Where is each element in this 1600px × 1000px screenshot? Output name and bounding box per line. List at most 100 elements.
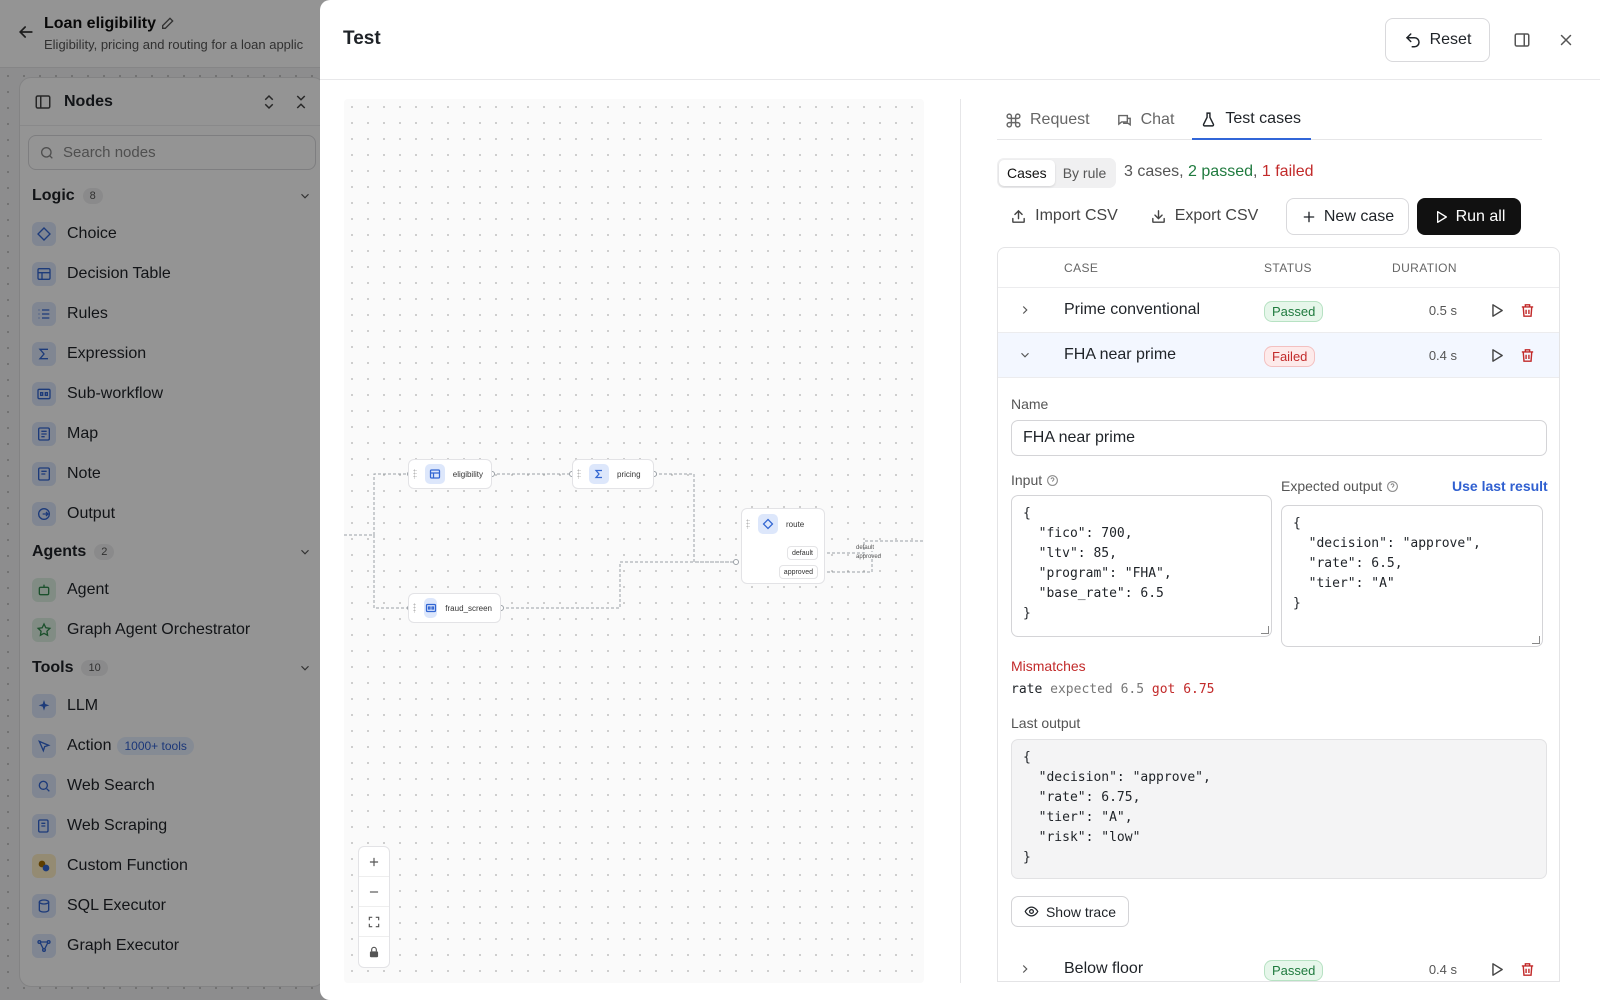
export-csv-button[interactable]: Export CSV [1149, 197, 1259, 235]
edge-fraud-route [501, 561, 736, 609]
edge-to-fraud-screen [373, 535, 410, 609]
flow-node-pricing[interactable]: pricing [572, 459, 654, 489]
minus-icon [369, 890, 379, 893]
column-header-duration: DURATION [1392, 260, 1457, 275]
case-detail-panel: Name FHA near prime Input { "fico": 700,… [998, 378, 1559, 947]
upload-icon [1012, 209, 1026, 223]
case-name-input[interactable]: FHA near prime [1011, 420, 1547, 456]
tab-label: Request [1030, 111, 1090, 128]
view-cases-option[interactable]: Cases [999, 160, 1055, 186]
use-last-result-link[interactable]: Use last result [1452, 478, 1548, 494]
case-name: FHA near prime [1064, 346, 1177, 363]
mismatch-expected: expected 6.5 [1050, 682, 1145, 697]
delete-case-icon[interactable] [1519, 302, 1536, 319]
chevron-right-icon[interactable] [1018, 303, 1032, 317]
resize-handle-icon[interactable] [1261, 626, 1269, 634]
drag-handle-icon[interactable] [413, 603, 416, 613]
lock-icon [369, 946, 379, 958]
case-name: Below floor [1064, 960, 1144, 977]
lock-button[interactable] [359, 937, 389, 967]
play-icon [1436, 210, 1447, 223]
input-field-label: Input [1011, 472, 1059, 488]
flow-node-fraud-screen[interactable]: fraud_screen [408, 593, 501, 623]
command-icon [1006, 112, 1021, 128]
tab-request[interactable]: Request [997, 100, 1100, 140]
drag-handle-icon[interactable] [413, 469, 417, 479]
zoom-controls [358, 846, 390, 968]
dialog-header: Test Reset [320, 0, 1600, 80]
show-trace-label: Show trace [1045, 903, 1117, 920]
delete-case-icon[interactable] [1519, 961, 1536, 978]
new-case-button[interactable]: New case [1286, 198, 1409, 235]
test-dialog: Test Reset default approved eligibility … [320, 0, 1600, 1000]
tab-test-cases[interactable]: Test cases [1192, 100, 1311, 140]
zoom-in-button[interactable] [359, 847, 389, 877]
table-row[interactable]: Prime conventional Passed 0.5 s [998, 288, 1559, 333]
view-toggle: Cases By rule [997, 158, 1117, 188]
chat-icon [1117, 114, 1131, 126]
table-row[interactable]: FHA near prime Failed 0.4 s [998, 333, 1559, 378]
plus-icon [1303, 211, 1315, 222]
status-badge: Failed [1264, 346, 1316, 367]
download-icon [1151, 209, 1165, 223]
table-header: CASE STATUS DURATION [998, 248, 1559, 288]
input-json-editor[interactable]: { "fico": 700, "ltv": 85, "program": "FH… [1011, 495, 1272, 637]
zoom-out-button[interactable] [359, 877, 389, 907]
toggle-panel-button[interactable] [1508, 26, 1536, 54]
flow-node-eligibility[interactable]: eligibility [408, 459, 492, 489]
run-case-icon[interactable] [1488, 347, 1505, 364]
last-output-label: Last output [1011, 715, 1081, 731]
test-tabs: Request Chat Test cases [997, 100, 1542, 140]
summary-passed: 2 passed [1188, 163, 1253, 180]
tab-chat[interactable]: Chat [1108, 100, 1185, 140]
workflow-preview-canvas[interactable]: default approved eligibility pricing fra… [344, 99, 924, 983]
delete-case-icon[interactable] [1519, 347, 1536, 364]
input-label-text: Input [1011, 472, 1043, 488]
case-duration: 0.4 s [1428, 348, 1457, 363]
close-button[interactable] [1552, 26, 1580, 54]
fit-view-button[interactable] [359, 907, 389, 937]
resize-handle-icon[interactable] [1532, 636, 1540, 644]
summary-separator: , [1252, 163, 1258, 180]
sigma-icon [589, 464, 609, 484]
flow-node-label: eligibility [452, 469, 483, 479]
dialog-title: Test [343, 28, 381, 49]
table-row[interactable]: Below floor Passed 0.4 s [998, 947, 1559, 981]
run-all-label: Run all [1455, 207, 1506, 225]
route-port-default[interactable]: default [786, 546, 818, 560]
view-by-rule-option[interactable]: By rule [1055, 160, 1115, 186]
subworkflow-icon [423, 598, 438, 618]
summary-total: 3 cases, [1124, 163, 1184, 180]
import-csv-label: Import CSV [1035, 207, 1118, 224]
reset-label: Reset [1429, 31, 1472, 48]
expected-output-field-label: Expected output [1281, 478, 1399, 494]
mismatch-item: rate expected 6.5 got 6.75 [1011, 682, 1215, 697]
drag-handle-icon[interactable] [577, 469, 581, 479]
edge-to-eligibility [344, 473, 410, 536]
panel-divider[interactable] [960, 99, 961, 983]
reset-button[interactable]: Reset [1385, 18, 1490, 62]
name-field-label: Name [1011, 396, 1049, 412]
fit-view-icon [368, 916, 380, 927]
route-port-approved[interactable]: approved [778, 565, 818, 579]
import-csv-button[interactable]: Import CSV [1007, 197, 1121, 235]
case-duration: 0.4 s [1428, 962, 1457, 977]
tab-label: Test cases [1225, 110, 1301, 127]
run-case-icon[interactable] [1488, 302, 1505, 319]
run-all-button[interactable]: Run all [1417, 198, 1521, 235]
help-icon[interactable] [1046, 474, 1059, 487]
mismatch-key: rate [1011, 682, 1043, 697]
eye-icon [1024, 906, 1039, 917]
undo-icon [1405, 33, 1420, 48]
help-icon[interactable] [1386, 480, 1399, 493]
drag-handle-icon[interactable] [746, 519, 750, 529]
chevron-right-icon[interactable] [1018, 962, 1032, 976]
show-trace-button[interactable]: Show trace [1011, 896, 1129, 927]
chevron-down-icon[interactable] [1018, 348, 1032, 362]
edge-label-approved: approved [856, 554, 881, 560]
flow-node-route[interactable]: route default approved [741, 508, 825, 584]
summary-failed: 1 failed [1261, 163, 1314, 180]
expected-output-json-editor[interactable]: { "decision": "approve", "rate": 6.5, "t… [1281, 505, 1543, 647]
flow-edges: default approved [344, 471, 924, 611]
run-case-icon[interactable] [1488, 961, 1505, 978]
